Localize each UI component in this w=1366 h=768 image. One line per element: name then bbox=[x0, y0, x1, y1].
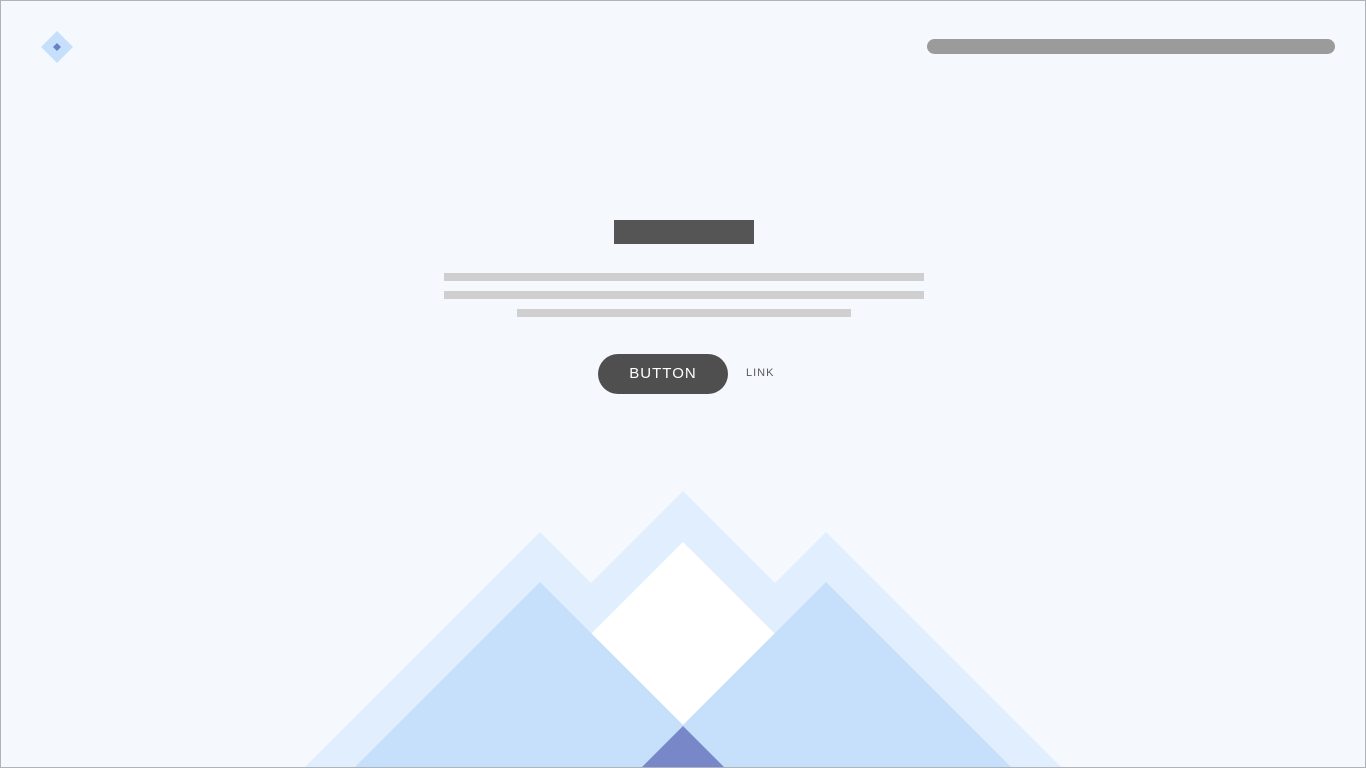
landing-page: BUTTON LINK bbox=[0, 0, 1366, 768]
mountains-illustration bbox=[305, 491, 1061, 767]
